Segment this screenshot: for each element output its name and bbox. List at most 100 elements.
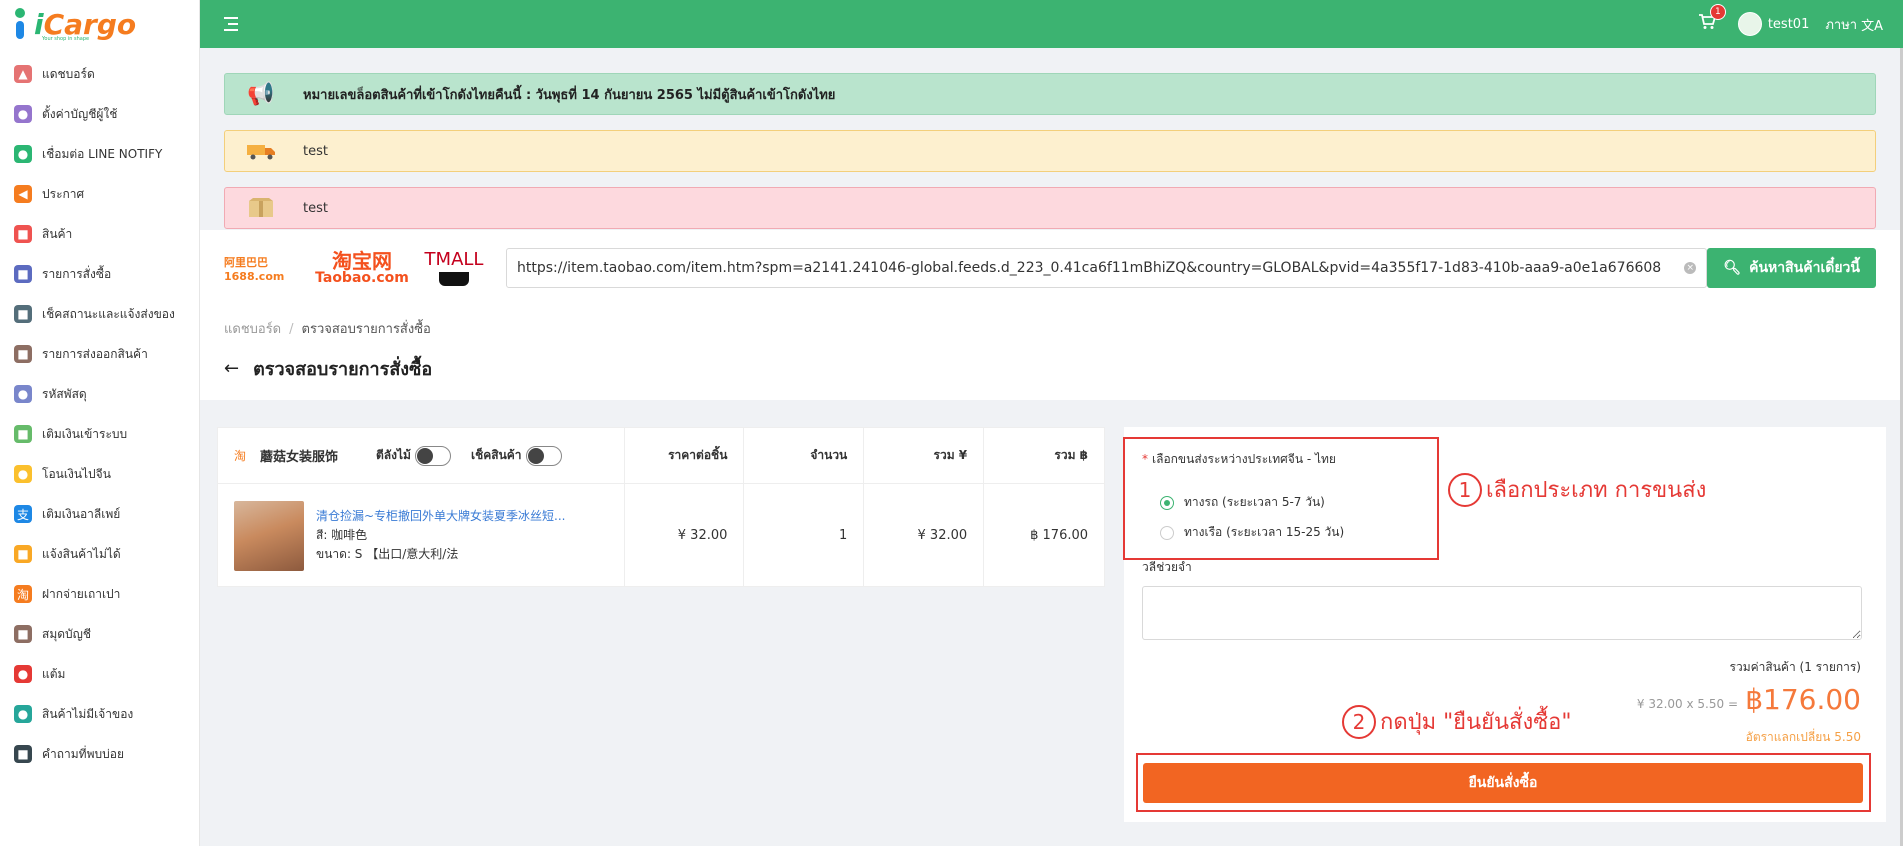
sidebar-item-label: สมุดบัญชี [42,626,92,641]
sidebar-item-line[interactable]: ● เชื่อมต่อ LINE NOTIFY [0,134,199,174]
clear-input-icon[interactable]: × [1684,262,1697,274]
check-item-label: เช็คสินค้า [470,448,522,462]
sidebar-item-ledger[interactable]: ■ สมุดบัญชี [0,614,199,654]
wood-crate-label: ตีลังไม้ [376,448,411,462]
sidebar-item-label: เชื่อมต่อ LINE NOTIFY [42,146,163,161]
sidebar-item-chart[interactable]: ▲ แดชบอร์ด [0,54,199,94]
breadcrumb-home[interactable]: แดชบอร์ด [224,322,281,337]
step-1-number: 1 [1448,472,1482,507]
topbar: 1 test01 ภาษา 文A [200,0,1903,48]
shop-icon: 淘 [234,449,247,463]
sidebar-item-label: รายการสั่งซื้อ [42,266,112,281]
sidebar-item-export[interactable]: ■ รายการส่งออกสินค้า [0,334,199,374]
sidebar-item-faq[interactable]: ■ คำถามที่พบบ่อย [0,734,199,774]
sidebar-item-order[interactable]: ■ รายการสั่งซื้อ [0,254,199,294]
megaphone-icon: 📢 [247,81,275,107]
logo-taobao[interactable]: 淘宝网 Taobao.com [314,251,410,285]
sidebar-item-missing-item[interactable]: ■ แจ้งสินค้าไม่ได้ [0,534,199,574]
language-menu[interactable]: ภาษา [1825,14,1857,35]
sidebar-item-label: ตั้งค่าบัญชีผู้ใช้ [42,106,118,121]
search-row: 阿里巴巴 1688.com 淘宝网 Taobao.com TMALL × 🔍︎ … [224,246,1876,290]
product-size: ขนาด: S 【出口/意大利/法 [316,547,459,561]
taobao-pay-icon: 淘 [14,585,32,603]
confirm-order-button[interactable]: ยืนยันสั่งซื้อ [1143,763,1863,803]
product-thumbnail[interactable] [234,500,304,571]
sidebar-item-megaphone[interactable]: ◀ ประกาศ [0,174,199,214]
step-2-text: กดปุ่ม "ยืนยันสั่งซื้อ" [1380,710,1572,735]
logo[interactable]: iCargo Your shop in shape [0,0,199,48]
sidebar-item-label: เช็คสถานะและแจ้งส่งของ [42,306,175,321]
sidebar-item-transfer[interactable]: ● โอนเงินไปจีน [0,454,199,494]
truck-alert: test [224,130,1876,172]
table-row: 清仓捡漏~专柜撤回外单大牌女装夏季冰丝短... สี: 咖啡色 ขนาด: S … [218,484,1104,587]
sidebar-item-points[interactable]: ● แต้ม [0,654,199,694]
cart-icon[interactable]: 1 [1698,4,1726,34]
sidebar-item-status[interactable]: ■ เช็คสถานะและแจ้งส่งของ [0,294,199,334]
truck-radio[interactable] [1160,495,1174,510]
faq-icon: ■ [14,745,32,763]
sidebar-nav: ▲ แดชบอร์ด ● ตั้งค่าบัญชีผู้ใช้ ● เชื่อมต่อ L… [0,54,199,774]
cart-count-badge: 1 [1709,4,1726,20]
ship-radio[interactable] [1160,525,1174,540]
ship-option-label: ทางเรือ (ระยะเวลา 15-25 วัน) [1184,525,1345,539]
annotation-step-2: 2 กดปุ่ม "ยืนยันสั่งซื้อ" [1342,704,1571,739]
truck-alert-text: test [303,143,328,159]
box-icon [243,197,279,219]
header-total-cny: รวม ¥ [864,428,985,483]
sidebar-item-unowned-item[interactable]: ● สินค้าไม่มีเจ้าของ [0,694,199,734]
shipping-option-truck[interactable]: ทางรถ (ระยะเวลา 5-7 วัน) [1160,493,1325,512]
truck-icon [243,142,279,160]
breadcrumb-current: ตรวจสอบรายการสั่งซื้อ [301,322,431,337]
sidebar-item-parcel-code[interactable]: ● รหัสพัสดุ [0,374,199,414]
sidebar-item-product[interactable]: ■ สินค้า [0,214,199,254]
annotation-step-1: 1 เลือกประเภท การขนส่ง [1448,472,1706,507]
search-button-label: ค้นหาสินค้าเดี๋ยวนี้ [1749,260,1860,276]
exchange-rate: อัตราแลกเปลี่ยน 5.50 [1745,730,1861,744]
sidebar-item-topup[interactable]: ■ เติมเงินเข้าระบบ [0,414,199,454]
parcel-code-icon: ● [14,385,32,403]
ledger-icon: ■ [14,625,32,643]
product-title-link[interactable]: 清仓捡漏~专柜撤回外单大牌女装夏季冰丝短... [316,507,566,526]
points-icon: ● [14,665,32,683]
taobao-cn-text: 淘宝网 [332,249,392,273]
menu-toggle-icon[interactable] [224,17,240,31]
wood-crate-toggle[interactable] [414,445,451,466]
translate-icon[interactable]: 文A [1861,15,1883,34]
table-header: 淘 蘑菇女装服饰 ตีลังไม้ เช็คสินค้า ราคาต่อชิ้น… [218,428,1104,484]
username[interactable]: test01 [1768,17,1810,32]
check-item-toggle[interactable] [525,445,562,466]
sidebar-item-alipay[interactable]: 支 เติมเงินอาลีเพย์ [0,494,199,534]
total-thb: ฿ 176.00 [1030,528,1089,543]
unit-price: ¥ 32.00 [625,484,745,587]
logo-mark [12,8,28,40]
logo-tmall[interactable]: TMALL [420,248,488,286]
box-alert-text: test [303,200,328,216]
memo-textarea[interactable] [1142,586,1862,640]
export-icon: ■ [14,345,32,363]
logo-1688[interactable]: 阿里巴巴 1688.com [224,254,304,283]
sidebar-item-user-settings[interactable]: ● ตั้งค่าบัญชีผู้ใช้ [0,94,199,134]
announcement-text: หมายเลขล็อตสินค้าที่เข้าโกดังไทยคืนนี้ :… [303,87,836,103]
sidebar-item-label: สินค้าไม่มีเจ้าของ [42,706,134,721]
price-calculation: ¥ 32.00 x 5.50 = [1636,697,1738,711]
sidebar-item-label: เติมเงินอาลีเพย์ [42,506,121,521]
shipping-title: * เลือกขนส่งระหว่างประเทศจีน - ไทย [1142,450,1336,469]
header-total-thb: รวม ฿ [1054,448,1089,462]
sidebar-item-label: ฝากจ่ายเถาเปา [42,586,121,601]
sidebar-item-taobao-pay[interactable]: 淘 ฝากจ่ายเถาเปา [0,574,199,614]
url-input[interactable] [517,260,1679,276]
back-arrow-icon[interactable]: ← [224,358,239,379]
shipping-option-ship[interactable]: ทางเรือ (ระยะเวลา 15-25 วัน) [1160,523,1344,542]
header-unit-price: ราคาต่อชิ้น [625,428,745,483]
sidebar-item-label: คำถามที่พบบ่อย [42,746,124,761]
sidebar-item-label: แจ้งสินค้าไม่ได้ [42,546,121,561]
search-now-button[interactable]: 🔍︎ ค้นหาสินค้าเดี๋ยวนี้ [1707,248,1876,288]
product-icon: ■ [14,225,32,243]
shipping-title-text: เลือกขนส่งระหว่างประเทศจีน - ไทย [1152,452,1336,466]
order-icon: ■ [14,265,32,283]
avatar[interactable] [1737,12,1762,36]
tmall-text: TMALL [424,248,484,270]
shop-name: 蘑菇女装服饰 [260,450,339,465]
megaphone-icon: ◀ [14,185,32,203]
breadcrumb-separator: / [289,322,294,337]
